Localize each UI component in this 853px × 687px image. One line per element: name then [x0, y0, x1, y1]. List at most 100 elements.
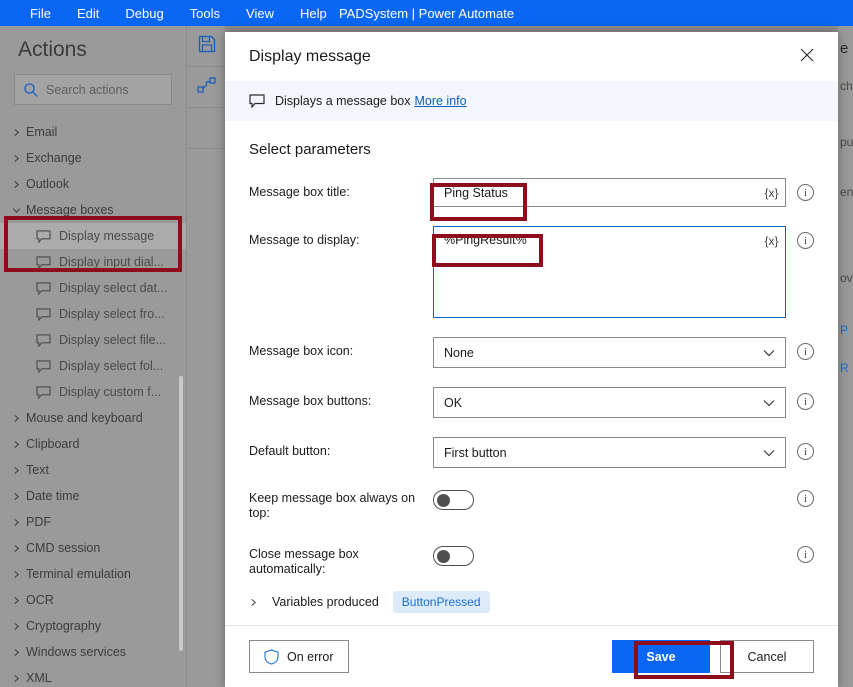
sidebar-item-email[interactable]: Email: [0, 119, 186, 145]
chevron-right-icon: [12, 622, 26, 631]
message-box-buttons-select[interactable]: OK: [433, 387, 786, 418]
on-error-button[interactable]: On error: [249, 640, 349, 673]
info-icon[interactable]: i: [797, 184, 814, 201]
field-close-automatically: Close message box automatically: i: [249, 543, 814, 577]
sidebar-item-display-custom-form[interactable]: Display custom f...: [0, 379, 186, 405]
keep-on-top-toggle[interactable]: [433, 490, 474, 510]
save-button[interactable]: Save: [612, 640, 710, 673]
sidebar-item-display-select-file[interactable]: Display select file...: [0, 327, 186, 353]
toolbar-button-extra[interactable]: [187, 108, 226, 149]
field-label: Message to display:: [249, 233, 360, 247]
subflow-button[interactable]: [187, 67, 226, 108]
sidebar-item-display-select-date[interactable]: Display select dat...: [0, 275, 186, 301]
info-icon[interactable]: i: [797, 490, 814, 507]
menu-item-file[interactable]: File: [30, 7, 51, 20]
close-automatically-toggle[interactable]: [433, 546, 474, 566]
sidebar-item-message-boxes[interactable]: Message boxes: [0, 197, 186, 223]
close-button[interactable]: [790, 42, 824, 72]
sidebar-item-mouse-and-keyboard[interactable]: Mouse and keyboard: [0, 405, 186, 431]
sidebar-item-label: Display message: [59, 229, 155, 243]
search-placeholder: Search actions: [46, 82, 129, 97]
menu-item-edit[interactable]: Edit: [77, 7, 99, 20]
field-label: Message box icon:: [249, 344, 354, 358]
sidebar-item-xml[interactable]: XML: [0, 665, 186, 687]
chevron-right-icon: [12, 440, 26, 449]
select-value: OK: [444, 395, 463, 410]
info-icon[interactable]: i: [797, 343, 814, 360]
message-box-icon-select[interactable]: None: [433, 337, 786, 368]
chevron-right-icon: [12, 544, 26, 553]
sidebar-item-label: Exchange: [26, 151, 82, 165]
chevron-down-icon: [763, 396, 775, 410]
info-icon[interactable]: i: [797, 393, 814, 410]
menu-item-tools[interactable]: Tools: [190, 7, 220, 20]
field-keep-on-top: Keep message box always on top: i: [249, 487, 814, 521]
sidebar-scrollbar[interactable]: [179, 376, 183, 651]
message-bubble-icon: [36, 281, 51, 296]
variable-picker-button[interactable]: {x}: [757, 179, 785, 206]
sidebar-item-display-message[interactable]: Display message: [0, 223, 186, 249]
variable-picker-button[interactable]: {x}: [757, 227, 785, 254]
field-message-to-display: Message to display: %PingResult% {x} i: [249, 226, 814, 318]
shield-icon: [264, 648, 279, 665]
sidebar-item-display-select-from-list[interactable]: Display select fro...: [0, 301, 186, 327]
info-icon[interactable]: i: [797, 546, 814, 563]
display-message-dialog: Display message Displays a message box M…: [225, 32, 838, 687]
more-info-link[interactable]: More info: [414, 94, 466, 108]
default-button-select[interactable]: First button: [433, 437, 786, 468]
message-bubble-icon: [36, 229, 51, 244]
menu-item-view[interactable]: View: [246, 7, 274, 20]
chevron-down-icon: [763, 446, 775, 460]
save-label: Save: [646, 649, 676, 664]
chevron-right-icon: [12, 128, 26, 137]
dialog-body: Select parameters Message box title: Pin…: [225, 121, 838, 625]
sidebar-item-pdf[interactable]: PDF: [0, 509, 186, 535]
sidebar-item-cryptography[interactable]: Cryptography: [0, 613, 186, 639]
sidebar-item-label: XML: [26, 671, 52, 685]
sidebar-item-outlook[interactable]: Outlook: [0, 171, 186, 197]
app-root: File Edit Debug Tools View Help PADSyste…: [0, 0, 853, 687]
sidebar-item-display-input-dialog[interactable]: Display input dial...: [0, 249, 186, 275]
variable-chip-buttonpressed[interactable]: ButtonPressed: [392, 591, 490, 613]
message-box-title-input[interactable]: Ping Status {x}: [433, 178, 786, 207]
save-flow-button[interactable]: [187, 26, 226, 67]
chevron-right-icon: [12, 674, 26, 683]
sidebar-item-exchange[interactable]: Exchange: [0, 145, 186, 171]
info-icon[interactable]: i: [797, 443, 814, 460]
field-label: Keep message box always on top:: [249, 491, 416, 520]
cancel-button[interactable]: Cancel: [720, 640, 814, 673]
search-actions-input[interactable]: Search actions: [14, 74, 172, 105]
dialog-footer: On error Save Cancel: [225, 625, 838, 687]
sidebar-item-label: Display select file...: [59, 333, 166, 347]
message-to-display-input[interactable]: %PingResult% {x}: [433, 226, 786, 318]
sidebar-item-display-select-folder[interactable]: Display select fol...: [0, 353, 186, 379]
sidebar-item-ocr[interactable]: OCR: [0, 587, 186, 613]
chevron-right-icon: [12, 596, 26, 605]
sidebar-item-label: OCR: [26, 593, 54, 607]
menu-item-help[interactable]: Help: [300, 7, 327, 20]
select-value: First button: [444, 445, 507, 460]
sidebar-item-label: Windows services: [26, 645, 127, 659]
variables-produced-row[interactable]: Variables produced ButtonPressed: [249, 591, 814, 613]
chevron-down-icon: [763, 346, 775, 360]
field-label: Default button:: [249, 444, 331, 458]
dialog-header: Display message: [225, 32, 838, 81]
sidebar-item-clipboard[interactable]: Clipboard: [0, 431, 186, 457]
field-label: Message box title:: [249, 185, 350, 199]
menu-item-debug[interactable]: Debug: [125, 7, 163, 20]
chevron-right-icon: [12, 180, 26, 189]
sidebar-item-cmd-session[interactable]: CMD session: [0, 535, 186, 561]
sidebar-item-date-time[interactable]: Date time: [0, 483, 186, 509]
subflow-icon: [196, 76, 217, 98]
section-title: Select parameters: [249, 141, 371, 158]
chevron-right-icon: [12, 466, 26, 475]
sidebar-item-text[interactable]: Text: [0, 457, 186, 483]
input-value: Ping Status: [444, 185, 508, 200]
sidebar-item-label: Cryptography: [26, 619, 102, 633]
title-bar: File Edit Debug Tools View Help PADSyste…: [0, 0, 853, 26]
info-icon[interactable]: i: [797, 232, 814, 249]
search-icon: [23, 82, 39, 98]
message-bubble-icon: [36, 255, 51, 270]
sidebar-item-terminal-emulation[interactable]: Terminal emulation: [0, 561, 186, 587]
sidebar-item-windows-services[interactable]: Windows services: [0, 639, 186, 665]
